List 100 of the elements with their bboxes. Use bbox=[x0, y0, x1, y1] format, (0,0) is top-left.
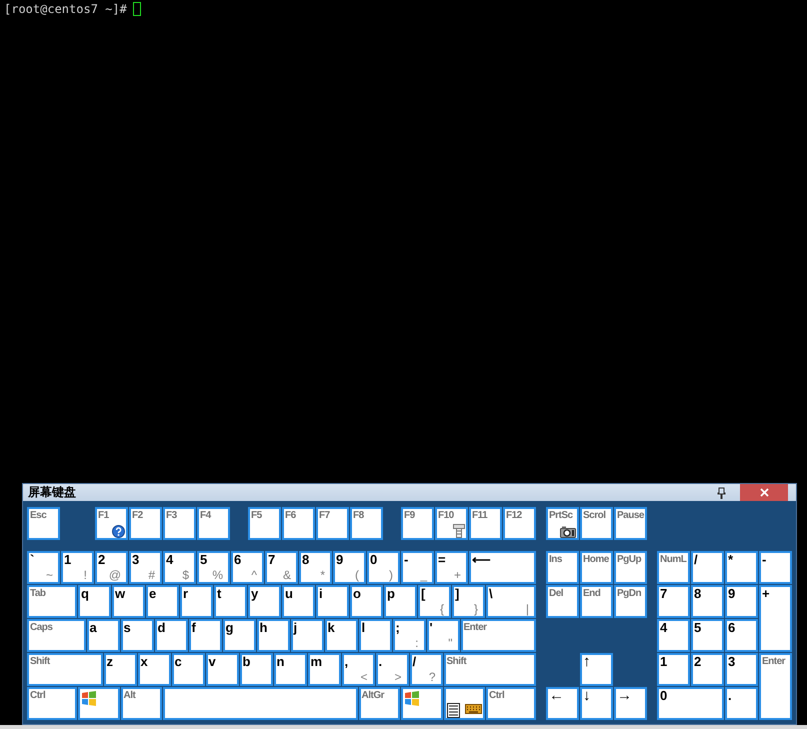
close-button[interactable] bbox=[740, 484, 788, 501]
keyboard-key[interactable]: F9 bbox=[401, 507, 434, 540]
keyboard-key[interactable]: ] } bbox=[452, 585, 485, 618]
keyboard-key[interactable]: 9 ( bbox=[333, 551, 366, 584]
keyboard-key[interactable]: 1 ! bbox=[61, 551, 94, 584]
keyboard-key[interactable]: Shift bbox=[27, 653, 102, 686]
keyboard-key[interactable]: Del bbox=[546, 585, 579, 618]
keyboard-key[interactable]: F4 bbox=[197, 507, 230, 540]
keyboard-key[interactable]: r bbox=[180, 585, 213, 618]
keyboard-key[interactable]: 9 bbox=[725, 585, 758, 618]
keyboard-key[interactable]: F12 bbox=[503, 507, 536, 540]
keyboard-key[interactable]: PgUp bbox=[614, 551, 647, 584]
keyboard-key[interactable]: PgDn bbox=[614, 585, 647, 618]
keyboard-key[interactable]: j bbox=[290, 619, 324, 652]
keyboard-key[interactable]: 7 bbox=[657, 585, 690, 618]
keyboard-key[interactable]: d bbox=[154, 619, 188, 652]
keyboard-key[interactable]: 2 bbox=[691, 653, 724, 686]
keyboard-key[interactable]: x bbox=[138, 653, 170, 686]
keyboard-key[interactable]: F5 bbox=[248, 507, 281, 540]
keyboard-key[interactable]: Shift bbox=[444, 653, 536, 686]
keyboard-key[interactable]: 1 bbox=[657, 653, 690, 686]
keyboard-key[interactable]: 4 $ bbox=[163, 551, 196, 584]
keyboard-key[interactable]: / bbox=[691, 551, 724, 584]
keyboard-key[interactable]: 6 bbox=[725, 619, 758, 652]
keyboard-key[interactable]: z bbox=[104, 653, 136, 686]
windows-key[interactable] bbox=[401, 687, 442, 720]
keyboard-key[interactable]: o bbox=[350, 585, 383, 618]
keyboard-key[interactable]: n bbox=[274, 653, 306, 686]
keyboard-key[interactable]: p bbox=[384, 585, 417, 618]
keyboard-key[interactable]: * bbox=[725, 551, 758, 584]
keyboard-key[interactable]: F1 bbox=[95, 507, 128, 540]
keyboard-key[interactable]: F2 bbox=[129, 507, 162, 540]
keyboard-key[interactable]: w bbox=[112, 585, 145, 618]
keyboard-key[interactable]: Esc bbox=[27, 507, 60, 540]
keyboard-key[interactable]: ' " bbox=[426, 619, 460, 652]
arrow-key[interactable]: → bbox=[614, 687, 647, 720]
keyboard-key[interactable]: Pause bbox=[614, 507, 647, 540]
keyboard-key[interactable]: ` ~ bbox=[27, 551, 60, 584]
keyboard-key[interactable]: u bbox=[282, 585, 315, 618]
keyboard-key[interactable]: F10 bbox=[435, 507, 468, 540]
keyboard-key[interactable]: a bbox=[86, 619, 120, 652]
keyboard-key[interactable]: Enter bbox=[759, 653, 792, 720]
keyboard-key[interactable]: 8 * bbox=[299, 551, 332, 584]
keyboard-key[interactable]: 3 bbox=[725, 653, 758, 686]
arrow-key[interactable]: ↑ bbox=[580, 653, 613, 686]
keyboard-key[interactable]: + bbox=[759, 585, 792, 652]
space-key[interactable] bbox=[163, 687, 358, 720]
keyboard-key[interactable]: F11 bbox=[469, 507, 502, 540]
keyboard-key[interactable]: 3 # bbox=[129, 551, 162, 584]
keyboard-key[interactable]: PrtSc bbox=[546, 507, 579, 540]
keyboard-key[interactable]: m bbox=[308, 653, 340, 686]
keyboard-key[interactable]: . bbox=[725, 687, 758, 720]
keyboard-key[interactable]: h bbox=[256, 619, 290, 652]
menu-key[interactable] bbox=[444, 687, 485, 720]
arrow-key[interactable]: ← bbox=[546, 687, 579, 720]
keyboard-key[interactable]: y bbox=[248, 585, 281, 618]
keyboard-key[interactable]: 8 bbox=[691, 585, 724, 618]
keyboard-key[interactable]: Tab bbox=[27, 585, 77, 618]
windows-key[interactable] bbox=[78, 687, 120, 720]
keyboard-key[interactable]: b bbox=[240, 653, 272, 686]
keyboard-key[interactable]: ⟵ bbox=[469, 551, 536, 584]
keyboard-key[interactable]: 0 ) bbox=[367, 551, 400, 584]
keyboard-key[interactable]: - bbox=[759, 551, 792, 584]
keyboard-key[interactable]: Scrol bbox=[580, 507, 613, 540]
keyboard-key[interactable]: k bbox=[324, 619, 358, 652]
keyboard-key[interactable]: Ins bbox=[546, 551, 579, 584]
keyboard-key[interactable]: Enter bbox=[460, 619, 536, 652]
keyboard-key[interactable]: 0 bbox=[657, 687, 724, 720]
keyboard-key[interactable]: / ? bbox=[410, 653, 442, 686]
keyboard-key[interactable]: 5 bbox=[691, 619, 724, 652]
pin-icon[interactable] bbox=[717, 486, 726, 498]
keyboard-key[interactable]: q bbox=[78, 585, 111, 618]
keyboard-key[interactable]: [ { bbox=[418, 585, 451, 618]
keyboard-key[interactable]: g bbox=[222, 619, 256, 652]
keyboard-key[interactable]: 5 % bbox=[197, 551, 230, 584]
keyboard-key[interactable]: i bbox=[316, 585, 349, 618]
keyboard-key[interactable]: = + bbox=[435, 551, 468, 584]
keyboard-key[interactable]: Caps bbox=[27, 619, 86, 652]
keyboard-key[interactable]: s bbox=[120, 619, 154, 652]
keyboard-key[interactable]: F7 bbox=[316, 507, 349, 540]
keyboard-key[interactable]: , < bbox=[342, 653, 374, 686]
keyboard-key[interactable]: NumL bbox=[657, 551, 690, 584]
keyboard-key[interactable]: c bbox=[172, 653, 204, 686]
keyboard-key[interactable]: v bbox=[206, 653, 238, 686]
arrow-key[interactable]: ↓ bbox=[580, 687, 613, 720]
keyboard-key[interactable]: 2 @ bbox=[95, 551, 128, 584]
keyboard-key[interactable]: ; : bbox=[392, 619, 426, 652]
keyboard-key[interactable]: - _ bbox=[401, 551, 434, 584]
keyboard-key[interactable]: AltGr bbox=[358, 687, 400, 720]
keyboard-key[interactable]: Ctrl bbox=[486, 687, 536, 720]
keyboard-key[interactable]: 6 ^ bbox=[231, 551, 264, 584]
keyboard-key[interactable]: Ctrl bbox=[27, 687, 77, 720]
keyboard-key[interactable]: Home bbox=[580, 551, 613, 584]
keyboard-key[interactable]: F3 bbox=[163, 507, 196, 540]
keyboard-key[interactable]: . > bbox=[376, 653, 408, 686]
keyboard-key[interactable]: t bbox=[214, 585, 247, 618]
keyboard-key[interactable]: F6 bbox=[282, 507, 315, 540]
keyboard-key[interactable]: e bbox=[146, 585, 179, 618]
keyboard-key[interactable]: \ | bbox=[486, 585, 536, 618]
keyboard-key[interactable]: 7 & bbox=[265, 551, 298, 584]
